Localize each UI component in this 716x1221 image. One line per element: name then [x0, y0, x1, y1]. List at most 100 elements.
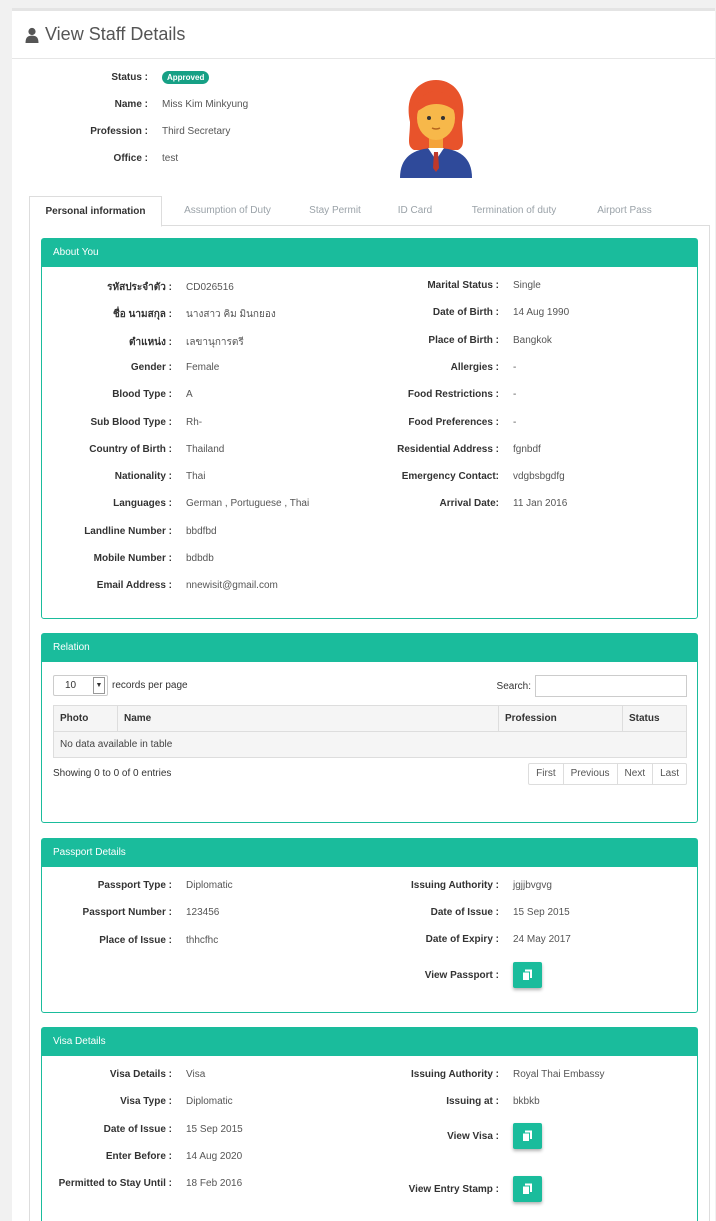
passport-issuing-authority-row: Issuing Authority : jgjjbvgvg [373, 880, 552, 891]
passport-place-of-issue-row: Place of Issue : thhcfhc [42, 935, 218, 946]
passport-number-value: 123456 [186, 907, 220, 919]
gender-value: Female [186, 361, 220, 373]
residential-address-label: Residential Address : [397, 443, 499, 455]
date-of-issue-label: Date of Issue : [103, 1123, 172, 1135]
email-address-value[interactable]: nnewisit@gmail.com [186, 580, 278, 591]
sub-blood-type-row: Sub Blood Type : Rh- [42, 417, 203, 428]
tab-airport-pass[interactable]: Airport Pass [575, 196, 674, 226]
name-label: Name : [114, 99, 148, 110]
food-preferences-row: Food Preferences : - [373, 417, 516, 428]
landline-number-row: Landline Number : bbdfbd [42, 525, 216, 537]
chevron-down-icon: ▼ [93, 677, 105, 694]
date-of-birth-row: Date of Birth : 14 Aug 1990 [373, 307, 569, 318]
relation-panel: Relation 10 ▼ records per page Search: P… [41, 633, 698, 823]
arrival-date-value: 11 Jan 2016 [513, 498, 568, 510]
column-header-photo[interactable]: Photo [53, 705, 118, 732]
nationality-label: Nationality : [114, 471, 172, 483]
table-search: Search: [497, 675, 687, 697]
visa-visa-type-row: Visa Type : Diplomatic [42, 1096, 233, 1107]
office-value: test [162, 153, 179, 164]
office-row: Office : test [12, 153, 179, 164]
office-label: Office : [113, 153, 148, 164]
date-of-expiry-value: 24 May 2017 [513, 934, 571, 945]
name-row: Name : Miss Kim Minkyung [12, 99, 249, 110]
tab-stay-permit[interactable]: Stay Permit [293, 196, 377, 226]
allergies-value: - [513, 361, 517, 373]
visa-issuing-at-row: Issuing at : bkbkb [373, 1096, 539, 1107]
status-label: Status : [111, 72, 148, 83]
page-length-value: 10 [65, 680, 77, 691]
profession-row: Profession : Third Secretary [12, 126, 230, 137]
emergency-contact-row: Emergency Contact: vdgbsbgdfg [373, 471, 565, 482]
issuing-authority-label: Issuing Authority : [411, 1069, 499, 1080]
place-of-birth-row: Place of Birth : Bangkok [373, 335, 552, 346]
tab-termination-of-duty[interactable]: Termination of duty [453, 196, 575, 226]
first-page-button[interactable]: First [529, 764, 564, 784]
column-header-profession[interactable]: Profession [498, 705, 623, 732]
previous-page-button[interactable]: Previous [564, 764, 618, 784]
document-icon [522, 1130, 532, 1142]
field-row: รหัสประจำตัว : CD026516 [42, 280, 234, 295]
blood-type-value: A [186, 389, 193, 401]
tab-personal-information[interactable]: Personal information [29, 196, 162, 227]
field-label: รหัสประจำตัว : [107, 282, 172, 293]
marital-status-row: Marital Status : Single [373, 280, 541, 291]
page-length-select[interactable]: 10 ▼ [53, 675, 108, 696]
passport-panel: Passport Details Passport Type : Diplomat… [41, 838, 698, 1013]
tab-id-card[interactable]: ID Card [377, 196, 453, 226]
passport-panel-title: Passport Details [42, 839, 697, 867]
arrival-date-label: Arrival Date: [439, 498, 499, 510]
staff-tabs: Personal information Assumption of Duty … [29, 196, 710, 227]
languages-label: Languages : [113, 498, 172, 510]
search-label: Search: [496, 680, 531, 692]
profession-label: Profession : [90, 126, 148, 137]
date-of-birth-label: Date of Birth : [432, 307, 499, 319]
passport-type-label: Passport Type : [97, 880, 172, 891]
visa-type-label: Visa Type : [120, 1096, 172, 1108]
passport-type-value: Diplomatic [186, 880, 233, 891]
staff-details-page: View Staff Details Status : Approved Nam… [12, 8, 715, 1221]
visa-date-of-issue-row: Date of Issue : 15 Sep 2015 [42, 1124, 243, 1135]
place-of-birth-value: Bangkok [513, 334, 552, 346]
column-header-name[interactable]: Name [117, 705, 499, 732]
last-page-button[interactable]: Last [653, 764, 686, 784]
residential-address-row: Residential Address : fgnbdf [373, 444, 541, 455]
emergency-contact-label: Emergency Contact: [401, 471, 499, 483]
visa-permitted-to-stay-until-row: Permitted to Stay Until : 18 Feb 2016 [42, 1178, 243, 1190]
passport-passport-type-row: Passport Type : Diplomatic [42, 880, 233, 891]
passport-number-label: Passport Number : [82, 907, 172, 919]
view-passport-button[interactable] [513, 962, 542, 988]
landline-number-label: Landline Number : [84, 525, 172, 537]
passport-date-of-expiry-row: Date of Expiry : 24 May 2017 [373, 934, 571, 945]
page-title: View Staff Details [45, 24, 186, 44]
table-info: Showing 0 to 0 of 0 entries [53, 768, 172, 779]
staff-summary: Status : Approved Name : Miss Kim Minkyu… [12, 59, 715, 189]
column-header-status[interactable]: Status [622, 705, 687, 732]
view-entry-stamp-button[interactable] [513, 1176, 542, 1202]
records-per-page: 10 ▼ records per page [53, 675, 188, 696]
document-icon [522, 969, 532, 981]
visa-enter-before-row: Enter Before : 14 Aug 2020 [42, 1151, 242, 1162]
permitted-to-stay-until-label: Permitted to Stay Until : [58, 1178, 172, 1190]
food-restrictions-row: Food Restrictions : - [373, 389, 516, 400]
search-input[interactable] [535, 675, 687, 697]
tab-assumption-of-duty[interactable]: Assumption of Duty [162, 196, 293, 226]
passport-view-passport-row: View Passport : [373, 962, 542, 988]
status-row: Status : Approved [12, 71, 210, 84]
visa-view-visa-row: View Visa : [373, 1123, 542, 1149]
email-address-label: Email Address : [96, 580, 172, 592]
languages-value: German , Portuguese , Thai [186, 498, 310, 510]
emergency-contact-value: vdgbsbgdfg [513, 471, 565, 483]
place-of-issue-label: Place of Issue : [99, 934, 172, 946]
visa-view-entry-stamp-row: View Entry Stamp : [373, 1176, 542, 1202]
view-visa-button[interactable] [513, 1123, 542, 1149]
date-of-issue-value: 15 Sep 2015 [186, 1123, 243, 1135]
view-visa-label: View Visa : [447, 1130, 499, 1142]
permitted-to-stay-until-value: 18 Feb 2016 [186, 1178, 243, 1190]
allergies-label: Allergies : [450, 361, 499, 373]
country-of-birth-row: Country of Birth : Thailand [42, 444, 224, 455]
place-of-issue-value: thhcfhc [186, 934, 219, 946]
mobile-number-value: bdbdb [186, 553, 214, 564]
next-page-button[interactable]: Next [618, 764, 654, 784]
issuing-authority-value: jgjjbvgvg [513, 880, 552, 891]
